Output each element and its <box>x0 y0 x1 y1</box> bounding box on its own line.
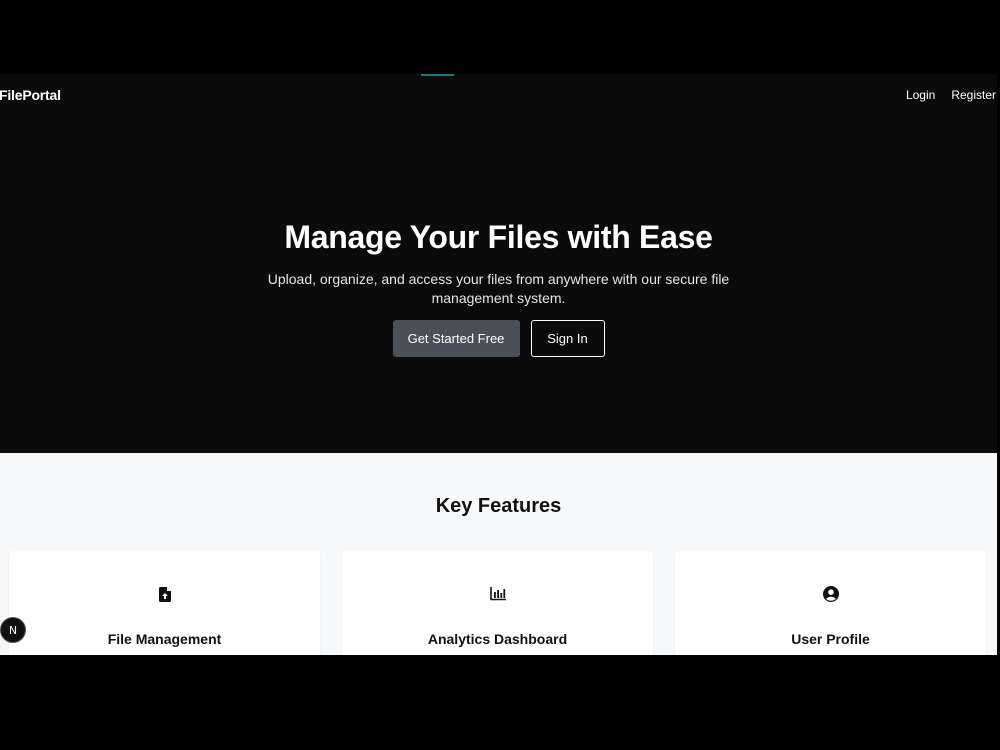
feature-card-title: User Profile <box>791 631 870 647</box>
bar-chart-icon <box>489 585 507 603</box>
features-title: Key Features <box>435 495 562 517</box>
hero-title: Manage Your Files with Ease <box>284 219 713 255</box>
file-upload-icon <box>156 585 174 603</box>
nextjs-icon[interactable]: N <box>0 617 26 643</box>
top-navbar: FilePortal Login Register <box>0 74 997 116</box>
brand-logo[interactable]: FilePortal <box>0 87 61 103</box>
get-started-button[interactable]: Get Started Free <box>392 320 520 357</box>
sign-in-button[interactable]: Sign In <box>530 320 605 357</box>
nav-links: Login Register <box>906 88 996 102</box>
hero-subtitle: Upload, organize, and access your files … <box>267 271 730 306</box>
letterbox-bottom <box>0 655 1000 750</box>
feature-card-user-profile: User Profile <box>675 551 986 655</box>
hero-actions: Get Started Free Sign In <box>392 320 605 357</box>
browser-viewport: FilePortal Login Register Manage Your Fi… <box>0 74 997 655</box>
hero-section: Manage Your Files with Ease Upload, orga… <box>0 116 997 453</box>
nav-login-link[interactable]: Login <box>906 88 935 102</box>
nav-register-link[interactable]: Register <box>951 88 996 102</box>
user-circle-icon <box>822 585 840 603</box>
feature-card-analytics: Analytics Dashboard <box>342 551 653 655</box>
feature-card-title: Analytics Dashboard <box>427 631 568 647</box>
feature-card-file-management: File Management <box>9 551 320 655</box>
feature-cards: File Management Analytics Dashboard User… <box>9 551 986 655</box>
feature-card-title: File Management <box>107 631 222 647</box>
nextjs-badge-label: N <box>8 623 18 637</box>
features-section: Key Features File Management Analytics D… <box>0 453 997 655</box>
